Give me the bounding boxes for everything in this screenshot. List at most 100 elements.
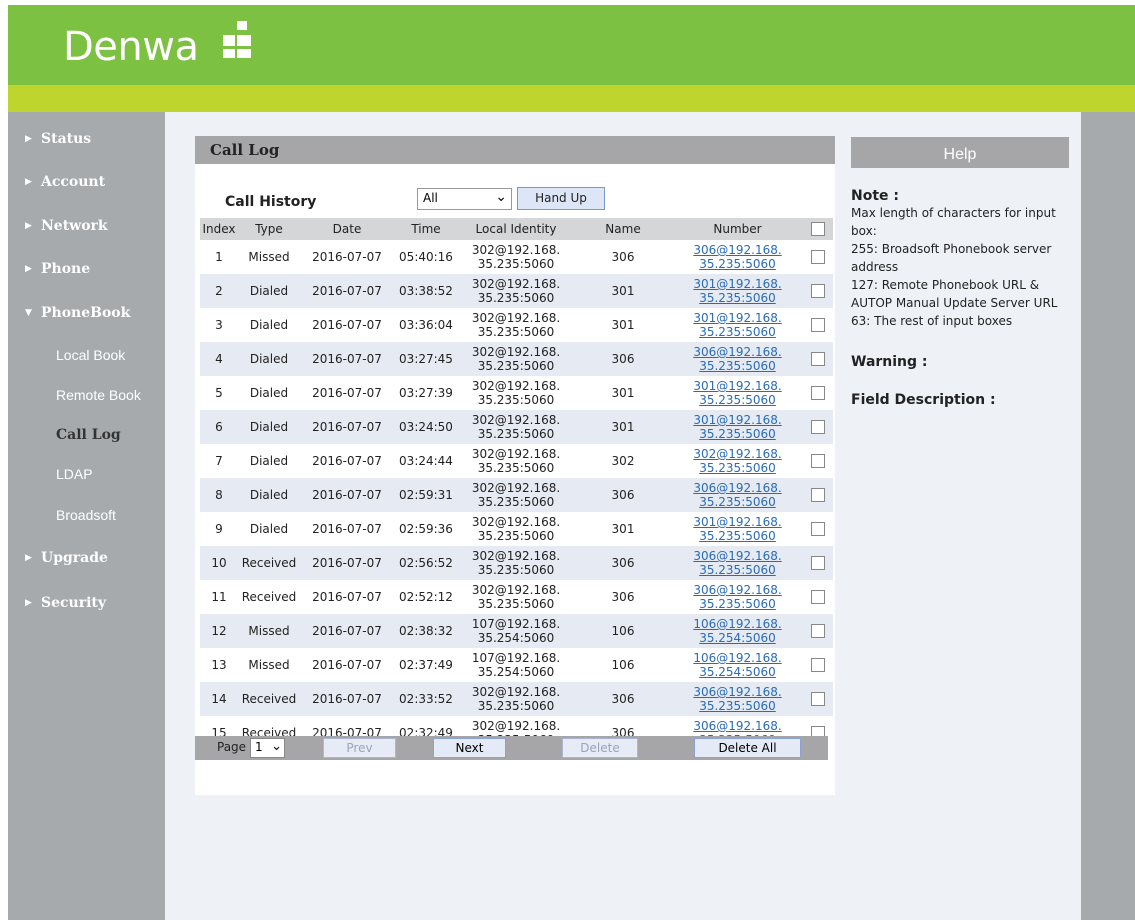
- row-checkbox[interactable]: [811, 488, 825, 503]
- number-link[interactable]: 301@192.168. 35.235:5060: [672, 277, 803, 305]
- table-row: 9 Dialed 2016-07-07 02:59:36 302@192.168. 35.…: [200, 512, 833, 546]
- call-type-filter-select[interactable]: All ⌄: [417, 188, 512, 210]
- cell-local-identity: 302@192.168.35.235:5060: [458, 240, 574, 274]
- table-row: 4 Dialed 2016-07-07 03:27:45 302@192.168. 35.…: [200, 342, 833, 376]
- next-button[interactable]: Next: [433, 738, 506, 758]
- cell-local-identity: 302@192.168.35.235:5060: [458, 342, 574, 376]
- local-identity-line1: 302@192.168.: [471, 413, 561, 427]
- row-checkbox[interactable]: [811, 624, 825, 639]
- sidebar-item-security[interactable]: ▶ Security: [8, 590, 165, 616]
- sidebar-subitem-broadsoft[interactable]: Broadsoft: [8, 503, 165, 527]
- sidebar-item-phonebook[interactable]: ▼ PhoneBook: [8, 300, 165, 326]
- row-checkbox[interactable]: [811, 454, 825, 469]
- number-link[interactable]: 306@192.168.35.235:5060: [672, 583, 803, 611]
- number-line2: 35.235:5060: [699, 699, 776, 713]
- column-header-name: Name: [574, 218, 672, 240]
- number-link[interactable]: 106@192.168. 35.254:5060: [672, 617, 803, 645]
- select-all-checkbox[interactable]: [811, 222, 825, 237]
- row-checkbox[interactable]: [811, 386, 825, 401]
- number-link[interactable]: 301@192.168. 35.235:5060: [672, 379, 803, 407]
- row-checkbox[interactable]: [811, 318, 825, 333]
- sidebar-item-phone[interactable]: ▶ Phone: [8, 256, 165, 282]
- number-link[interactable]: 306@192.168.35.235:5060: [672, 345, 803, 373]
- prev-button[interactable]: Prev: [323, 738, 396, 758]
- local-identity-line1: 302@192.168.: [471, 515, 561, 529]
- number-link[interactable]: 306@192.168.35.235:5060: [672, 481, 803, 509]
- cell-select: [803, 648, 833, 682]
- cell-name: 301: [574, 376, 672, 410]
- row-checkbox[interactable]: [811, 420, 825, 435]
- number-link[interactable]: 301@192.168. 35.235:5060: [672, 413, 803, 441]
- number-link[interactable]: 302@192.168. 35.235:5060: [672, 447, 803, 475]
- number-line1: 301@192.168.: [693, 311, 782, 325]
- expand-arrow-icon: ▶: [25, 264, 32, 274]
- sidebar-item-network[interactable]: ▶ Network: [8, 213, 165, 239]
- cell-type: Missed: [238, 240, 300, 274]
- cell-index: 6: [200, 410, 238, 444]
- sidebar-item-upgrade[interactable]: ▶ Upgrade: [8, 545, 165, 571]
- number-link[interactable]: 306@192.168.35.235:5060: [672, 549, 803, 577]
- cell-local-identity: 302@192.168.35.235:5060: [458, 410, 574, 444]
- cell-index: 3: [200, 308, 238, 342]
- sidebar-item-account[interactable]: ▶ Account: [8, 169, 165, 195]
- sidebar-item-label: PhoneBook: [41, 305, 131, 321]
- note-line: AUTOP Manual Update Server URL: [851, 296, 1058, 310]
- cell-number: 306@192.168.35.235:5060: [672, 478, 803, 512]
- cell-local-identity: 302@192.168.35.235:5060: [458, 546, 574, 580]
- number-link[interactable]: 106@192.168. 35.254:5060: [672, 651, 803, 679]
- cell-index: 1: [200, 240, 238, 274]
- cell-local-identity: 302@192.168.35.235:5060: [458, 580, 574, 614]
- help-panel: Help Note : Max length of characters for…: [835, 112, 1081, 920]
- row-checkbox[interactable]: [811, 658, 825, 673]
- row-checkbox[interactable]: [811, 692, 825, 707]
- cell-number: 302@192.168. 35.235:5060: [672, 444, 803, 478]
- cell-type: Dialed: [238, 410, 300, 444]
- note-line: Max length of characters for input: [851, 206, 1056, 220]
- local-identity-line2: 35.235:5060: [477, 597, 555, 611]
- cell-time: 05:40:16: [394, 240, 458, 274]
- cell-index: 10: [200, 546, 238, 580]
- local-identity-line1: 302@192.168.: [471, 549, 561, 563]
- row-checkbox[interactable]: [811, 250, 825, 265]
- sidebar-item-status[interactable]: ▶ Status: [8, 126, 165, 152]
- note-line: 127: Remote Phonebook URL &: [851, 278, 1040, 292]
- row-checkbox[interactable]: [811, 556, 825, 571]
- local-identity-line1: 302@192.168.: [471, 243, 561, 257]
- call-log-body: 1 Missed 2016-07-07 05:40:16 302@192.168. 35.…: [200, 240, 833, 750]
- number-line2: 35.254:5060: [699, 631, 776, 645]
- sidebar-subitem-remote-book[interactable]: Remote Book: [8, 383, 165, 407]
- number-line1: 301@192.168.: [693, 413, 782, 427]
- cell-local-identity: 302@192.168.35.235:5060: [458, 376, 574, 410]
- expand-arrow-icon: ▶: [25, 553, 32, 563]
- row-checkbox[interactable]: [811, 284, 825, 299]
- number-link[interactable]: 306@192.168.35.235:5060: [672, 243, 803, 271]
- sidebar-subitem-call-log[interactable]: Call Log: [8, 423, 165, 447]
- expand-arrow-icon: ▶: [25, 221, 32, 231]
- number-line2: 35.235:5060: [699, 325, 776, 339]
- cell-index: 11: [200, 580, 238, 614]
- cell-index: 5: [200, 376, 238, 410]
- local-identity-line2: 35.254:5060: [477, 665, 555, 679]
- number-link[interactable]: 306@192.168.35.235:5060: [672, 685, 803, 713]
- cell-type: Received: [238, 546, 300, 580]
- cell-select: [803, 580, 833, 614]
- page-select[interactable]: 1 ⌄: [250, 738, 285, 758]
- row-checkbox[interactable]: [811, 522, 825, 537]
- hand-up-button[interactable]: Hand Up: [517, 187, 605, 210]
- number-link[interactable]: 301@192.168. 35.235:5060: [672, 311, 803, 339]
- number-line2: 35.235:5060: [699, 597, 776, 611]
- row-checkbox[interactable]: [811, 590, 825, 605]
- delete-button[interactable]: Delete: [562, 738, 638, 758]
- local-identity-line2: 35.235:5060: [477, 563, 555, 577]
- local-identity-line1: 302@192.168.: [471, 583, 561, 597]
- sidebar-subitem-ldap[interactable]: LDAP: [8, 462, 165, 486]
- number-link[interactable]: 301@192.168. 35.235:5060: [672, 515, 803, 543]
- cell-select: [803, 682, 833, 716]
- row-checkbox[interactable]: [811, 352, 825, 367]
- sidebar-subitem-local-book[interactable]: Local Book: [8, 343, 165, 367]
- delete-all-button[interactable]: Delete All: [694, 738, 801, 758]
- local-identity-line1: 302@192.168.: [471, 277, 561, 291]
- cell-name: 306: [574, 580, 672, 614]
- note-line: box:: [851, 224, 877, 238]
- content-area: Call Log Call History All ⌄ Hand Up Inde…: [165, 112, 835, 920]
